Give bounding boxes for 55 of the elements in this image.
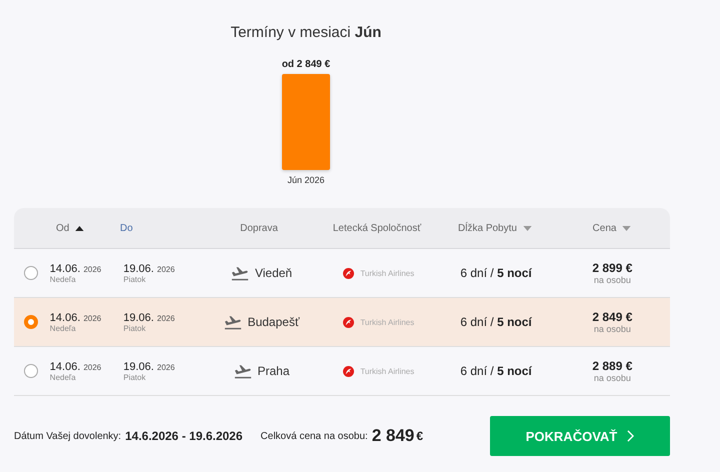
- airline-logo-icon: [343, 366, 354, 376]
- price-text: 2 899 €: [592, 261, 632, 275]
- column-header[interactable]: Doprava: [240, 222, 278, 234]
- weekday-text: Nedeľa: [50, 372, 77, 382]
- price-text: 2 889 €: [592, 359, 632, 373]
- sort-down-icon[interactable]: [522, 226, 532, 230]
- departing-plane-icon: [224, 314, 242, 330]
- radio-button[interactable]: [24, 266, 38, 280]
- airline-logo-icon: [343, 316, 354, 328]
- airline-logo-icon: [343, 268, 354, 278]
- column-header[interactable]: Cena: [592, 222, 616, 234]
- weekday-text: Nedeľa: [50, 324, 77, 332]
- total-price-label: Celková cena na osobu:: [260, 430, 368, 442]
- column-header[interactable]: Od: [56, 222, 70, 234]
- price-text: 2 849 €: [592, 310, 632, 324]
- chart-title: Termíny v mesiaci Jún: [230, 24, 382, 41]
- airline-name: Turkish Airlines: [360, 318, 414, 326]
- sort-up-icon[interactable]: [75, 226, 84, 230]
- chevron-right-icon: [627, 430, 634, 442]
- departure-city: Budapešť: [248, 315, 300, 329]
- price-note: na osobu: [594, 324, 631, 334]
- weekday-text: Piatok: [123, 274, 147, 284]
- column-header[interactable]: Letecká Spoločnosť: [332, 222, 422, 234]
- date-label: Dátum Vašej dovolenky:: [14, 430, 122, 442]
- departure-city: Viedeň: [254, 266, 292, 280]
- airline-name: Turkish Airlines: [360, 366, 414, 376]
- weekday-text: Piatok: [123, 372, 147, 382]
- column-header[interactable]: Dĺžka Pobytu: [458, 222, 517, 234]
- continue-button[interactable]: POKRAČOVAŤ: [490, 416, 670, 456]
- stay-duration: 6 dní / 5 nocí: [460, 364, 532, 378]
- total-price: 2 849: [372, 426, 414, 446]
- date-text: 14.06. 2026: [50, 262, 102, 274]
- date-text: 19.06. 2026: [123, 360, 176, 372]
- price-note: na osobu: [594, 275, 631, 285]
- bar-label: Jún 2026: [287, 175, 325, 185]
- currency-text: €: [416, 429, 424, 443]
- date-text: 14.06. 2026: [50, 312, 102, 324]
- stay-duration: 6 dní / 5 nocí: [460, 315, 532, 329]
- departing-plane-icon: [230, 266, 249, 280]
- radio-button[interactable]: [24, 315, 38, 329]
- date-text: 14.06. 2026: [50, 360, 102, 372]
- date-text: 19.06. 2026: [123, 312, 176, 324]
- date-value: 14.6.2026 - 19.6.2026: [125, 429, 243, 443]
- date-text: 19.06. 2026: [123, 262, 176, 274]
- airline-name: Turkish Airlines: [360, 268, 414, 278]
- radio-button[interactable]: [24, 364, 38, 378]
- bar-value: od 2 849 €: [282, 59, 330, 70]
- weekday-text: Nedeľa: [50, 274, 77, 284]
- sort-down-icon[interactable]: [622, 226, 632, 230]
- price-note: na osobu: [594, 373, 631, 383]
- departing-plane-icon: [234, 364, 252, 378]
- column-header[interactable]: Do: [120, 222, 133, 234]
- stay-duration: 6 dní / 5 nocí: [460, 266, 532, 280]
- departure-city: Praha: [258, 364, 290, 378]
- weekday-text: Piatok: [123, 324, 147, 332]
